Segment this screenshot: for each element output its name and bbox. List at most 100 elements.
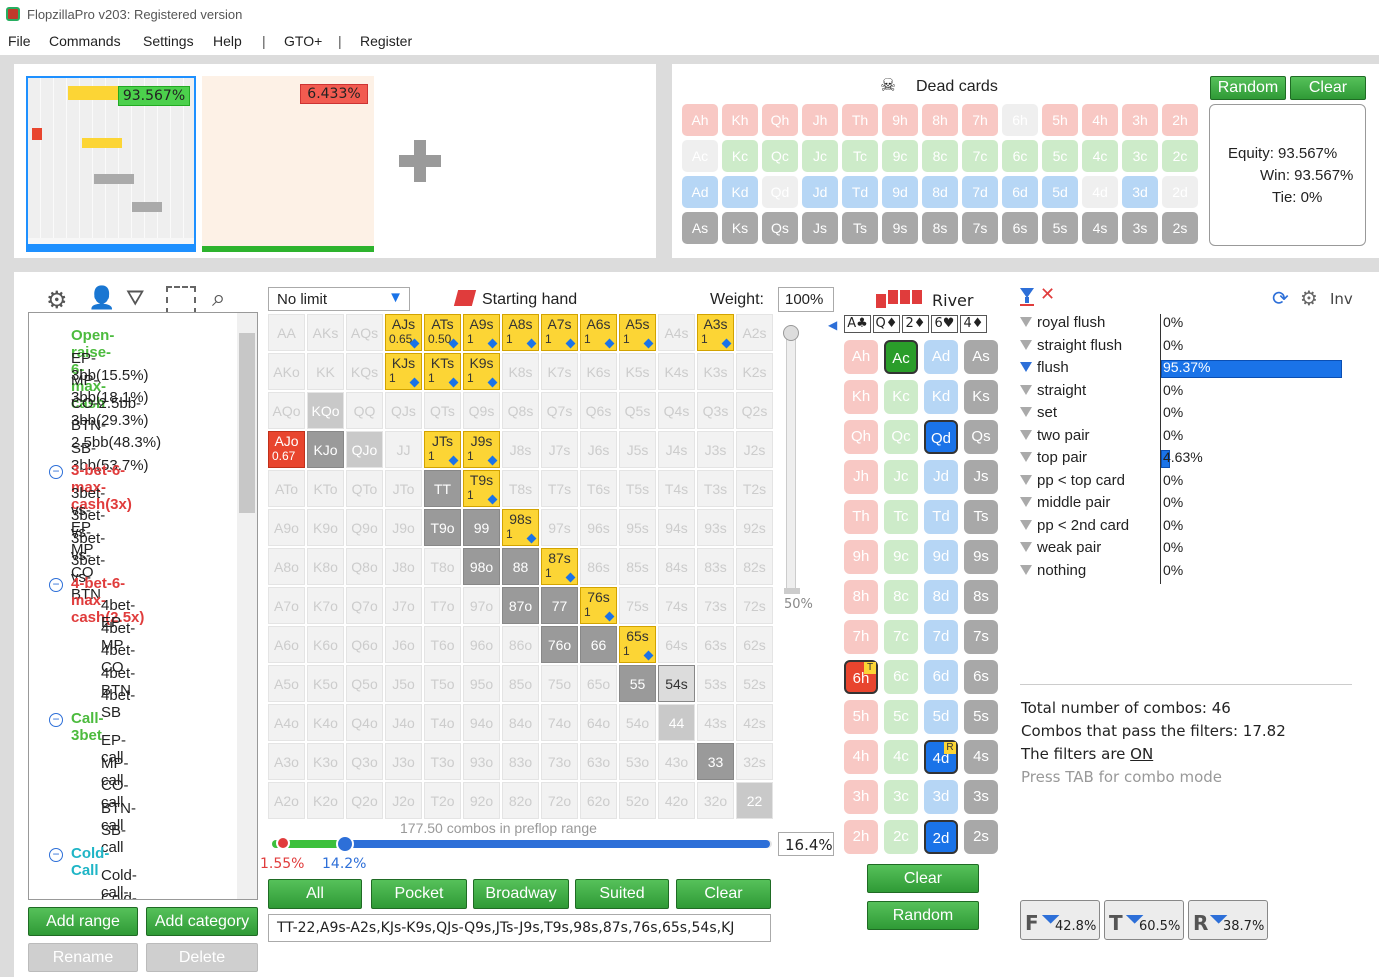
matrix-cell-73o[interactable]: 73o (541, 743, 578, 780)
matrix-cell-A2o[interactable]: A2o (268, 782, 305, 819)
category-two-pair[interactable]: two pair (1037, 427, 1090, 444)
dead-card-4d[interactable]: 4d (1082, 176, 1118, 208)
turn-filter-button[interactable]: T ⏷ 60.5% (1104, 900, 1184, 940)
river-card-Th[interactable]: Th (844, 500, 878, 534)
dead-card-Kd[interactable]: Kd (722, 176, 758, 208)
matrix-cell-62o[interactable]: 62o (580, 782, 617, 819)
category-filter-icon[interactable] (1020, 407, 1032, 417)
matrix-cell-65o[interactable]: 65o (580, 665, 617, 702)
matrix-cell-42o[interactable]: 42o (658, 782, 695, 819)
matrix-cell-T3o[interactable]: T3o (424, 743, 461, 780)
matrix-cell-K7s[interactable]: K7s (541, 353, 578, 390)
category-filter-icon[interactable] (1020, 384, 1032, 395)
category-filter-icon[interactable] (1020, 519, 1032, 530)
matrix-cell-96s[interactable]: 96s (580, 509, 617, 546)
add-category-button[interactable]: Add category (146, 907, 258, 936)
matrix-cell-ATs[interactable]: ATs 0.50 (424, 314, 461, 351)
dead-card-5d[interactable]: 5d (1042, 176, 1078, 208)
matrix-cell-T3s[interactable]: T3s (697, 470, 734, 507)
river-card-3s[interactable]: 3s (964, 780, 998, 814)
river-card-9c[interactable]: 9c (884, 540, 918, 574)
matrix-cell-98o[interactable]: 98o (463, 548, 500, 585)
river-card-5d[interactable]: 5d (924, 700, 958, 734)
river-card-7d[interactable]: 7d (924, 620, 958, 654)
matrix-cell-97o[interactable]: 97o (463, 587, 500, 624)
matrix-cell-85o[interactable]: 85o (502, 665, 539, 702)
rename-button[interactable]: Rename (28, 943, 138, 972)
matrix-cell-Q4s[interactable]: Q4s (658, 392, 695, 429)
matrix-cell-J3o[interactable]: J3o (385, 743, 422, 780)
river-card-7h[interactable]: 7h (844, 620, 878, 654)
matrix-cell-A3o[interactable]: A3o (268, 743, 305, 780)
river-card-Ts[interactable]: Ts (964, 500, 998, 534)
matrix-cell-76s[interactable]: 76s 1 (580, 587, 617, 624)
matrix-cell-J8s[interactable]: J8s (502, 431, 539, 468)
search-icon[interactable]: ⌕ (212, 284, 225, 312)
matrix-cell-42s[interactable]: 42s (736, 704, 773, 741)
matrix-cell-97s[interactable]: 97s (541, 509, 578, 546)
dead-card-4h[interactable]: 4h (1082, 104, 1118, 136)
matrix-cell-A8o[interactable]: A8o (268, 548, 305, 585)
matrix-clear-button[interactable]: Clear (676, 879, 771, 909)
dead-card-2d[interactable]: 2d (1162, 176, 1198, 208)
matrix-cell-64o[interactable]: 64o (580, 704, 617, 741)
matrix-cell-T4s[interactable]: T4s (658, 470, 695, 507)
category-filter-icon[interactable] (1020, 474, 1032, 485)
river-card-2h[interactable]: 2h (844, 820, 878, 854)
dead-card-As[interactable]: As (682, 212, 718, 244)
category-filter-icon[interactable] (1020, 429, 1032, 440)
matrix-cell-T4o[interactable]: T4o (424, 704, 461, 741)
matrix-cell-A6o[interactable]: A6o (268, 626, 305, 663)
river-card-3d[interactable]: 3d (924, 780, 958, 814)
user-icon[interactable]: 👤 (88, 286, 115, 311)
river-card-6s[interactable]: 6s (964, 660, 998, 694)
matrix-cell-Q4o[interactable]: Q4o (346, 704, 383, 741)
river-filter-button[interactable]: R ⏷ 38.7% (1188, 900, 1268, 940)
tree-item[interactable]: 4bet-SB (101, 687, 135, 721)
river-card-4s[interactable]: 4s (964, 740, 998, 774)
dead-card-5s[interactable]: 5s (1042, 212, 1078, 244)
matrix-cell-T7s[interactable]: T7s (541, 470, 578, 507)
matrix-cell-Q2o[interactable]: Q2o (346, 782, 383, 819)
flop-filter-button[interactable]: F ⏷ 42.8% (1020, 900, 1100, 940)
river-clear-button[interactable]: Clear (867, 864, 979, 893)
river-card-Kh[interactable]: Kh (844, 380, 878, 414)
matrix-cell-A5o[interactable]: A5o (268, 665, 305, 702)
matrix-cell-A7o[interactable]: A7o (268, 587, 305, 624)
matrix-cell-AKs[interactable]: AKs (307, 314, 344, 351)
matrix-cell-32s[interactable]: 32s (736, 743, 773, 780)
dead-card-8h[interactable]: 8h (922, 104, 958, 136)
menu-file[interactable]: File (8, 33, 31, 49)
matrix-cell-63o[interactable]: 63o (580, 743, 617, 780)
refresh-icon[interactable]: ⟳ (1272, 286, 1289, 310)
matrix-cell-AKo[interactable]: AKo (268, 353, 305, 390)
matrix-cell-72o[interactable]: 72o (541, 782, 578, 819)
river-card-Qc[interactable]: Qc (884, 420, 918, 454)
dead-card-Js[interactable]: Js (802, 212, 838, 244)
dead-card-Kh[interactable]: Kh (722, 104, 758, 136)
category-pp-2nd-card[interactable]: pp < 2nd card (1037, 517, 1129, 534)
dead-card-4s[interactable]: 4s (1082, 212, 1118, 244)
dead-card-6c[interactable]: 6c (1002, 140, 1038, 172)
dead-card-Ks[interactable]: Ks (722, 212, 758, 244)
select-all-button[interactable]: All (268, 879, 362, 909)
slider-pct-input[interactable]: 16.4% (778, 832, 834, 856)
matrix-cell-32o[interactable]: 32o (697, 782, 734, 819)
matrix-cell-Q8s[interactable]: Q8s (502, 392, 539, 429)
river-card-5s[interactable]: 5s (964, 700, 998, 734)
matrix-cell-52o[interactable]: 52o (619, 782, 656, 819)
matrix-cell-J2s[interactable]: J2s (736, 431, 773, 468)
menu-register[interactable]: Register (360, 33, 412, 49)
matrix-cell-Q9s[interactable]: Q9s (463, 392, 500, 429)
matrix-cell-AJs[interactable]: AJs 0.65 (385, 314, 422, 351)
matrix-cell-K5s[interactable]: K5s (619, 353, 656, 390)
matrix-cell-K9o[interactable]: K9o (307, 509, 344, 546)
river-card-9d[interactable]: 9d (924, 540, 958, 574)
matrix-cell-T5o[interactable]: T5o (424, 665, 461, 702)
dead-card-Jd[interactable]: Jd (802, 176, 838, 208)
hero-range-thumbnail[interactable]: 93.567% (26, 76, 196, 252)
matrix-cell-J3s[interactable]: J3s (697, 431, 734, 468)
category-filter-icon[interactable] (1020, 339, 1032, 350)
category-flush[interactable]: flush (1037, 359, 1069, 376)
category-straight[interactable]: straight (1037, 382, 1086, 399)
